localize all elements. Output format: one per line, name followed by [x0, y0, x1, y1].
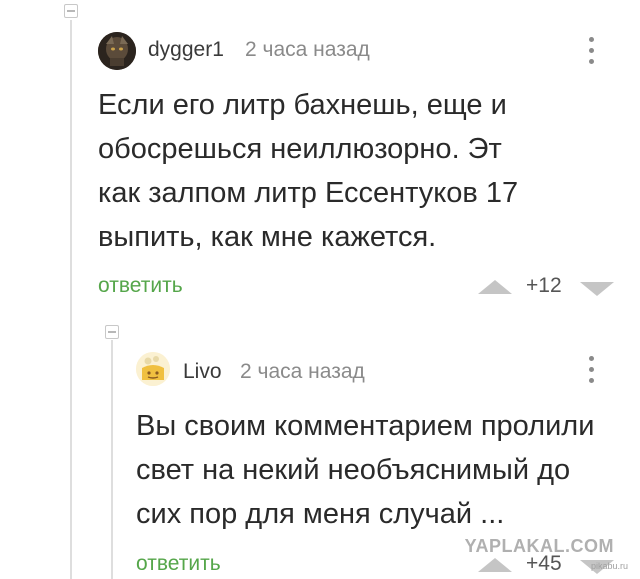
- more-options-icon[interactable]: [586, 37, 596, 67]
- avatar[interactable]: [136, 352, 170, 386]
- thread-line-nested: [111, 340, 113, 579]
- score: +12: [526, 274, 562, 297]
- reply-link[interactable]: ответить: [136, 552, 221, 576]
- timestamp: 2 часа назад: [240, 360, 365, 383]
- avatar-image-icon: [136, 352, 170, 386]
- username[interactable]: Livo: [183, 360, 222, 384]
- avatar-image-icon: [98, 32, 136, 70]
- comment-text: Если его литр бахнешь, еще и обосрешься …: [98, 89, 519, 253]
- reply-link[interactable]: ответить: [98, 274, 183, 298]
- avatar[interactable]: [98, 32, 136, 70]
- collapse-toggle[interactable]: [64, 4, 78, 18]
- upvote-icon[interactable]: [478, 558, 512, 572]
- downvote-icon[interactable]: [580, 282, 614, 296]
- watermark: YAPLAKAL.COM: [464, 536, 614, 556]
- thread-line: [70, 20, 72, 579]
- comment-text: Вы своим комментарием пролили свет на не…: [136, 410, 595, 530]
- more-options-icon[interactable]: [586, 356, 596, 386]
- username[interactable]: dygger1: [148, 38, 224, 62]
- watermark-source: pikabu.ru: [590, 561, 628, 571]
- timestamp: 2 часа назад: [245, 38, 370, 61]
- collapse-toggle-nested[interactable]: [105, 325, 119, 339]
- upvote-icon[interactable]: [478, 280, 512, 294]
